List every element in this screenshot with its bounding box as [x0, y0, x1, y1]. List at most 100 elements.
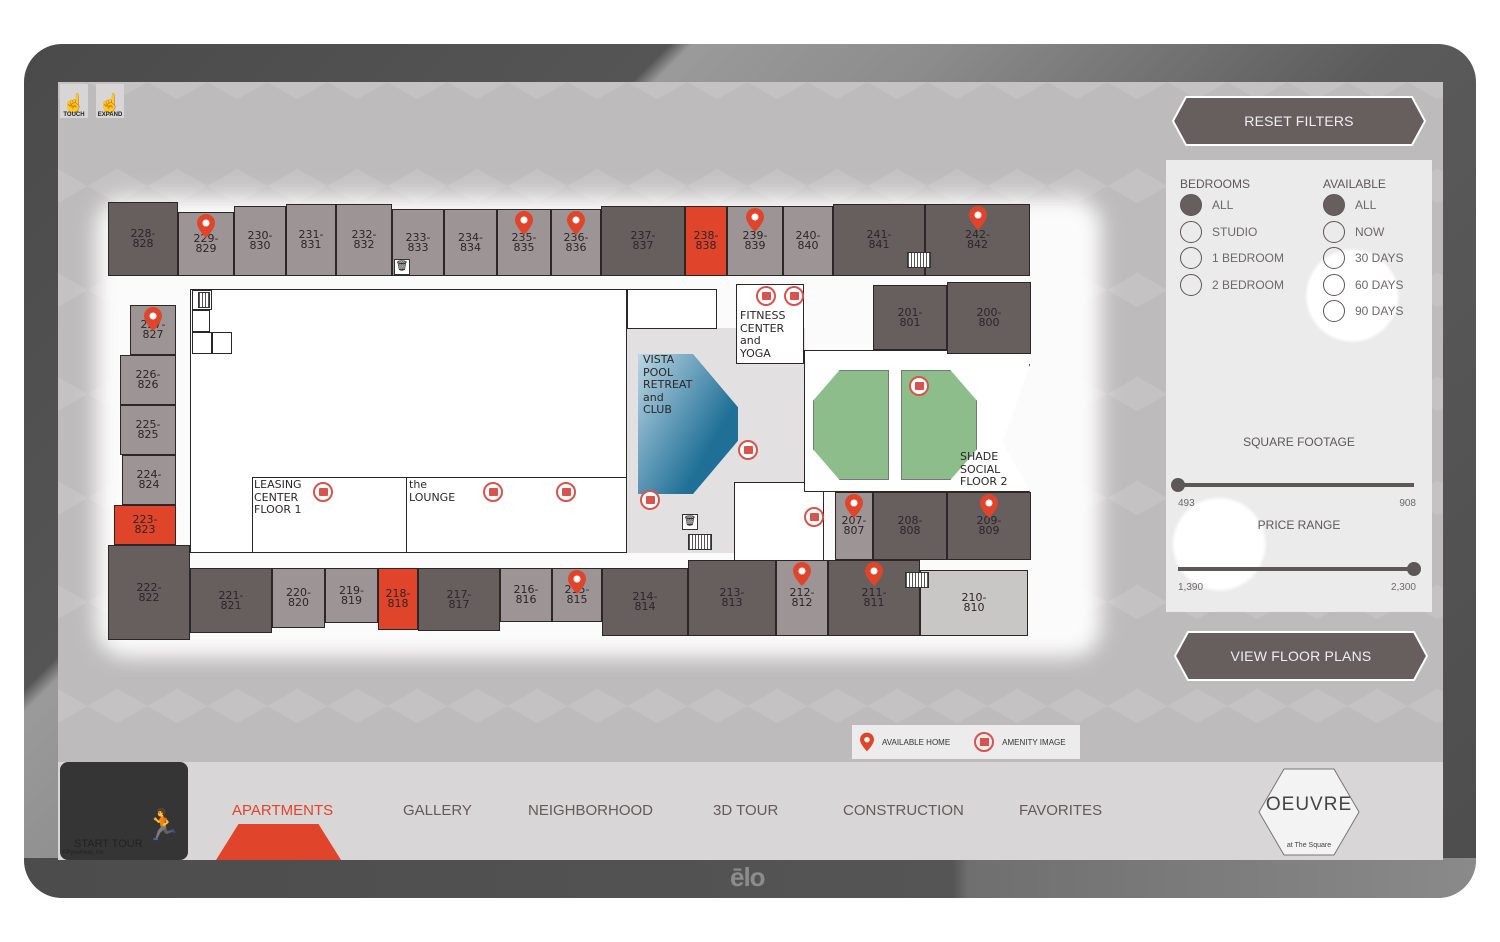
amenity-camera-icon[interactable]: [804, 507, 824, 527]
apartment-unit[interactable]: 234- 834: [444, 209, 497, 276]
amenity-camera-icon[interactable]: [313, 482, 333, 502]
radio-circle[interactable]: [1180, 220, 1202, 243]
pool-utility: [627, 289, 717, 329]
radio-circle[interactable]: [1323, 247, 1345, 269]
apartment-unit[interactable]: 200- 800: [947, 282, 1031, 354]
pool-label: VISTA POOL RETREAT and CLUB: [643, 353, 693, 416]
radio-option[interactable]: 60 DAYS: [1323, 273, 1404, 296]
apartment-unit[interactable]: 201- 801: [873, 285, 947, 350]
view-floor-plans-button[interactable]: VIEW FLOOR PLANS: [1174, 631, 1428, 681]
apartment-unit[interactable]: 216- 816: [500, 568, 552, 622]
apartment-unit[interactable]: 240- 840: [783, 206, 833, 276]
apartment-unit[interactable]: 231- 831: [286, 204, 336, 276]
reset-filters-button[interactable]: RESET FILTERS: [1172, 96, 1426, 146]
apartment-unit[interactable]: 214- 814: [602, 568, 688, 636]
utility-room: [192, 332, 212, 354]
square-footage-max: 908: [1399, 498, 1416, 509]
radio-circle[interactable]: [1180, 273, 1202, 296]
price-range-slider[interactable]: [1178, 567, 1414, 571]
radio-option[interactable]: 30 DAYS: [1323, 247, 1403, 269]
radio-option[interactable]: 2 BEDROOM: [1180, 273, 1284, 296]
radio-option[interactable]: STUDIO: [1180, 220, 1257, 243]
apartment-unit[interactable]: 238- 838: [685, 206, 727, 276]
legend-amenity-label: AMENITY IMAGE: [1002, 737, 1066, 747]
price-range-min: 1,390: [1178, 582, 1204, 593]
apartment-unit[interactable]: 237- 837: [601, 206, 685, 276]
stairs-icon: [198, 292, 210, 308]
fitness-center-label: FITNESS CENTER and YOGA: [740, 309, 786, 360]
price-range-title: PRICE RANGE: [1257, 518, 1341, 532]
brand-logo: ēlo: [730, 862, 766, 892]
apartment-unit[interactable]: 228- 828: [108, 202, 178, 276]
available-title: AVAILABLE: [1323, 177, 1386, 191]
kiosk-screen: ☝ TOUCH ☝ EXPAND LEASING CENTER FLOOR 1 …: [58, 82, 1443, 860]
apartment-unit[interactable]: 225- 825: [120, 405, 176, 455]
radio-label: NOW: [1355, 224, 1385, 239]
map-legend: AVAILABLE HOME AMENITY IMAGE: [852, 725, 1080, 759]
amenity-camera-icon[interactable]: [784, 286, 804, 306]
nav-tab-gallery[interactable]: GALLERY: [403, 802, 472, 819]
apartment-unit[interactable]: 210- 810: [920, 570, 1028, 636]
bottom-navigation: START TOUR 🏃 ©Pynwheel, Inc APARTMENTS GA…: [58, 762, 1443, 860]
apartment-unit[interactable]: 232- 832: [336, 204, 392, 276]
apartment-unit[interactable]: 208- 808: [873, 492, 947, 560]
available-home-pin-icon[interactable]: [144, 307, 162, 331]
radio-option[interactable]: ALL: [1323, 194, 1376, 216]
apartment-unit[interactable]: 230- 830: [234, 206, 286, 276]
apartment-unit[interactable]: 224- 824: [122, 455, 176, 505]
apartment-unit[interactable]: 219- 819: [325, 568, 378, 623]
available-home-pin-icon[interactable]: [197, 214, 215, 238]
radio-label: 60 DAYS: [1355, 277, 1404, 292]
apartment-unit[interactable]: 221- 821: [190, 568, 272, 633]
copyright-text: ©Pynwheel, Inc: [62, 850, 104, 856]
amenity-camera-icon[interactable]: [738, 440, 758, 460]
radio-circle[interactable]: [1323, 300, 1345, 322]
start-tour-button[interactable]: START TOUR 🏃 ©Pynwheel, Inc: [60, 762, 188, 860]
price-range-knob[interactable]: [1407, 562, 1421, 576]
amenity-camera-icon[interactable]: [756, 286, 776, 306]
available-home-pin-icon[interactable]: [845, 494, 863, 518]
radio-option[interactable]: NOW: [1323, 220, 1385, 243]
available-home-pin-icon[interactable]: [746, 208, 764, 232]
radio-option[interactable]: 90 DAYS: [1323, 300, 1403, 322]
trash-icon: 🗑: [682, 514, 698, 530]
apartment-unit[interactable]: 213- 813: [688, 560, 776, 636]
available-home-pin-icon[interactable]: [515, 211, 533, 235]
apartment-unit[interactable]: 222- 822: [108, 545, 190, 640]
available-home-pin-icon[interactable]: [793, 562, 811, 586]
bedrooms-title: BEDROOMS: [1180, 177, 1251, 191]
apartment-unit[interactable]: 218- 818: [378, 568, 418, 630]
available-home-pin-icon[interactable]: [980, 494, 998, 518]
nav-tab-construction[interactable]: CONSTRUCTION: [843, 802, 964, 819]
radio-circle[interactable]: [1323, 273, 1345, 296]
available-home-pin-icon[interactable]: [567, 211, 585, 235]
price-range-max: 2,300: [1390, 582, 1416, 593]
apartment-unit[interactable]: 217- 817: [418, 568, 500, 631]
apartment-unit[interactable]: 223- 823: [114, 505, 176, 545]
available-home-pin-icon[interactable]: [968, 206, 987, 230]
apartment-unit[interactable]: 226- 826: [120, 355, 176, 405]
amenity-camera-icon[interactable]: [556, 482, 576, 502]
nav-tab-3d-tour[interactable]: 3D TOUR: [713, 802, 778, 819]
radio-option[interactable]: 1 BEDROOM: [1180, 247, 1284, 269]
radio-circle[interactable]: [1180, 247, 1202, 269]
nav-tab-apartments[interactable]: APARTMENTS: [232, 802, 333, 819]
amenity-camera-icon[interactable]: [909, 376, 929, 396]
square-footage-slider[interactable]: [1178, 483, 1414, 487]
nav-tab-favorites[interactable]: FAVORITES: [1019, 802, 1102, 819]
radio-option[interactable]: ALL: [1180, 194, 1233, 216]
nav-tab-neighborhood[interactable]: NEIGHBORHOOD: [528, 802, 653, 819]
radio-circle[interactable]: [1323, 194, 1345, 216]
available-home-pin-icon[interactable]: [568, 570, 586, 594]
amenity-camera-icon[interactable]: [640, 490, 660, 510]
available-home-pin-icon[interactable]: [865, 562, 883, 586]
square-footage-title: SQUARE FOOTAGE: [1243, 435, 1355, 449]
trash-icon: 🗑: [394, 259, 410, 275]
apartment-unit[interactable]: 220- 820: [272, 568, 325, 628]
radio-circle[interactable]: [1323, 220, 1345, 243]
radio-circle[interactable]: [1180, 194, 1202, 216]
active-tab-indicator: [216, 824, 341, 860]
square-footage-knob[interactable]: [1171, 478, 1185, 492]
logo-tagline: at The Square: [1286, 842, 1332, 849]
amenity-camera-icon[interactable]: [483, 482, 503, 502]
